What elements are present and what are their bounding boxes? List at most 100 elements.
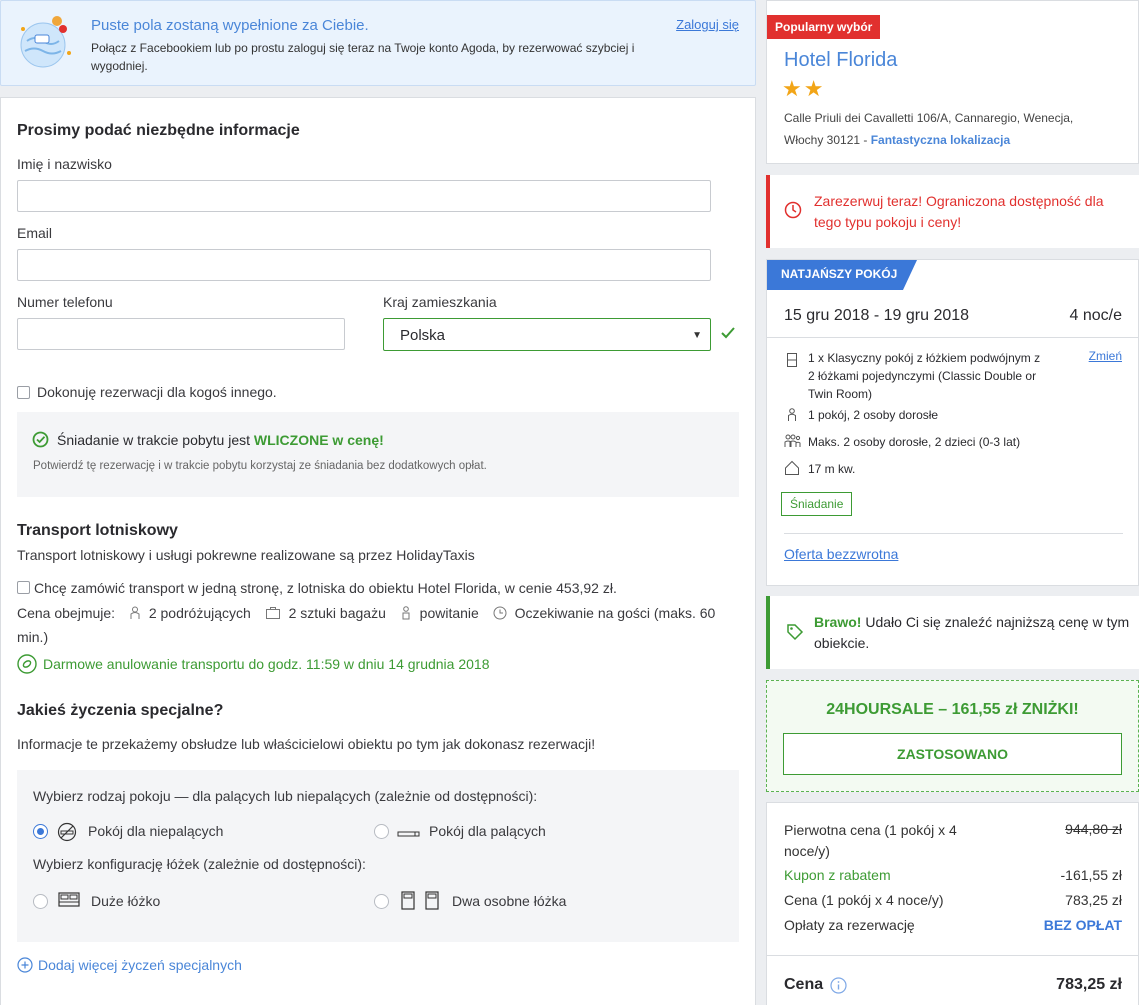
room-divider-2 <box>784 533 1123 534</box>
big-bed-radio[interactable] <box>33 894 48 909</box>
smoking-label: Wybierz rodzaj pokoju — dla palących lub… <box>33 788 538 804</box>
name-label: Imię i nazwisko <box>17 156 112 172</box>
name-input[interactable] <box>17 180 711 212</box>
occupancy: 1 pokój, 2 osoby dorosłe <box>808 408 939 422</box>
free-cancellation-icon <box>17 654 37 674</box>
total-value: 783,25 zł <box>1056 976 1122 993</box>
coupon-value: -161,55 zł <box>1060 867 1122 883</box>
email-label: Email <box>17 225 53 241</box>
login-link[interactable]: Zaloguj się <box>676 17 739 32</box>
twin-beds-radio[interactable] <box>374 894 389 909</box>
booking-form-card: Prosimy podać niezbędne informacje Imię … <box>0 97 756 1005</box>
banner-description: Połącz z Facebookiem lub po prostu zalog… <box>91 41 635 73</box>
add-special-request-link[interactable]: Dodaj więcej życzeń specjalnych <box>38 957 242 973</box>
special-requests-description: Informacje te przekażemy obsłudze lub wł… <box>17 736 596 752</box>
original-price-label: Pierwotna cena (1 pokój x 4 noce/y) <box>784 822 957 859</box>
bed-config-label: Wybierz konfigurację łóżek (zależnie od … <box>33 856 366 872</box>
location-tag-link[interactable]: Fantastyczna lokalizacja <box>871 133 1010 147</box>
max-occupancy: Maks. 2 osoby dorosłe, 2 dzieci (0-3 lat… <box>808 435 1021 449</box>
includes-label: Cena obejmuje: <box>17 605 116 621</box>
smoking-radio[interactable] <box>374 824 389 839</box>
urgency-notice: Zarezerwuj teraz! Ograniczona dostępność… <box>766 175 1139 248</box>
lowest-price-text: Brawo! Udało Ci się znaleźć najniższą ce… <box>814 612 1132 654</box>
transport-heading: Transport lotniskowy <box>17 522 178 539</box>
luggage-icon <box>265 607 280 619</box>
greeting: powitanie <box>419 605 479 621</box>
phone-label: Numer telefonu <box>17 294 113 310</box>
travelers-count: 2 podróżujących <box>148 605 251 621</box>
country-select[interactable]: Polska ▼ <box>383 318 711 351</box>
transport-option-label: Chcę zamówić transport w jedną stronę, z… <box>34 580 617 596</box>
book-for-other-checkbox[interactable] <box>17 386 30 399</box>
price-tag-icon <box>787 624 804 641</box>
luggage-count: 2 sztuki bagażu <box>288 605 386 621</box>
double-bed-icon <box>58 892 80 907</box>
breakfast-box: Śniadanie w trakcie pobytu jest WLICZONE… <box>17 412 739 497</box>
fees-label: Opłaty za rezerwację <box>784 917 915 933</box>
breakfast-text: Śniadanie w trakcie pobytu jest WLICZONE… <box>57 432 384 448</box>
greeter-icon <box>402 606 410 620</box>
person-icon <box>788 408 796 421</box>
special-requests-box: Wybierz rodzaj pokoju — dla palących lub… <box>17 770 739 942</box>
promo-title: 24HOURSALE – 161,55 zł ZNIŻKI! <box>826 701 1079 718</box>
room-description: 1 x Klasyczny pokój z łóżkiem podwójnym … <box>808 351 1041 401</box>
plus-circle-icon <box>17 957 33 973</box>
hotel-address-block: Calle Priuli dei Cavalletti 106/A, Canna… <box>784 107 1114 151</box>
email-input[interactable] <box>17 249 711 281</box>
non-smoking-label: Pokój dla niepalących <box>88 823 224 839</box>
price-breakdown-card: Pierwotna cena (1 pokój x 4 noce/y) 944,… <box>766 802 1139 1005</box>
transport-checkbox[interactable] <box>17 581 30 594</box>
book-for-other-label: Dokonuję rezerwacji dla kogoś innego. <box>37 384 277 400</box>
caret-down-icon: ▼ <box>692 330 702 341</box>
checkmark-icon <box>721 327 735 339</box>
nights-count: 4 noc/e <box>1069 307 1122 324</box>
price-value: 783,25 zł <box>1065 892 1122 908</box>
breakfast-description: Potwierdź tę rezerwację i w trakcie poby… <box>33 460 487 472</box>
login-banner: Puste pola zostaną wypełnione za Ciebie.… <box>0 0 756 86</box>
breakfast-text-prefix: Śniadanie w trakcie pobytu jest <box>57 432 250 448</box>
hotel-card: Popularny wybór Hotel Florida ★★ Calle P… <box>766 0 1139 164</box>
country-label: Kraj zamieszkania <box>383 294 497 310</box>
no-smoking-icon <box>57 822 77 842</box>
group-icon <box>784 434 801 447</box>
country-select-value: Polska <box>400 327 446 344</box>
room-size-icon <box>785 460 799 475</box>
room-divider <box>767 337 1138 338</box>
twin-beds-label: Dwa osobne łóżka <box>452 893 567 909</box>
change-room-link[interactable]: Zmień <box>1089 349 1122 363</box>
transport-provider: Transport lotniskowy i usługi pokrewne r… <box>17 547 475 563</box>
room-door-icon <box>787 353 797 367</box>
coupon-label: Kupon z rabatem <box>784 867 891 883</box>
breakfast-included: WLICZONE w cenę! <box>253 432 384 448</box>
price-divider <box>767 955 1138 956</box>
total-label: Cena <box>784 976 824 993</box>
smoking-label-text: Pokój dla palących <box>429 823 546 839</box>
special-requests-heading: Jakieś życzenia specjalne? <box>17 702 224 719</box>
clock-icon <box>493 606 507 620</box>
room-size: 17 m kw. <box>808 462 856 476</box>
info-icon[interactable] <box>830 977 847 994</box>
non-refundable-link[interactable]: Oferta bezzwrotna <box>784 546 898 562</box>
globe-illustration-icon <box>20 16 71 68</box>
fees-value: BEZ OPŁAT <box>1043 917 1122 933</box>
popular-badge: Popularny wybór <box>767 15 881 39</box>
twin-beds-icon <box>401 891 439 910</box>
non-smoking-radio[interactable] <box>33 824 48 839</box>
room-card: NATJAŃSZY POKÓJ 15 gru 2018 - 19 gru 201… <box>766 259 1139 586</box>
bravo-strong: Brawo! <box>814 614 862 630</box>
hotel-stars: ★★ <box>782 76 826 101</box>
promo-applied-button[interactable]: ZASTOSOWANO <box>783 733 1122 775</box>
price-label: Cena (1 pokój x 4 noce/y) <box>784 892 944 908</box>
cheapest-room-tag: NATJAŃSZY POKÓJ <box>781 267 898 281</box>
urgency-text: Zarezerwuj teraz! Ograniczona dostępność… <box>814 193 1104 230</box>
promo-code-box: 24HOURSALE – 161,55 zł ZNIŻKI! ZASTOSOWA… <box>766 680 1139 792</box>
bravo-text: Udało Ci się znaleźć najniższą cenę w ty… <box>814 614 1130 651</box>
phone-input[interactable] <box>17 318 345 350</box>
lowest-price-notice: Brawo! Udało Ci się znaleźć najniższą ce… <box>766 596 1139 669</box>
breakfast-pill: Śniadanie <box>781 492 853 516</box>
form-heading: Prosimy podać niezbędne informacje <box>17 122 300 139</box>
banner-title: Puste pola zostaną wypełnione za Ciebie. <box>91 17 369 34</box>
transport-includes: Cena obejmuje: 2 podróżujących 2 sztuki … <box>17 601 737 649</box>
free-cancellation-text: Darmowe anulowanie transportu do godz. 1… <box>43 656 490 672</box>
alarm-icon <box>784 201 802 219</box>
